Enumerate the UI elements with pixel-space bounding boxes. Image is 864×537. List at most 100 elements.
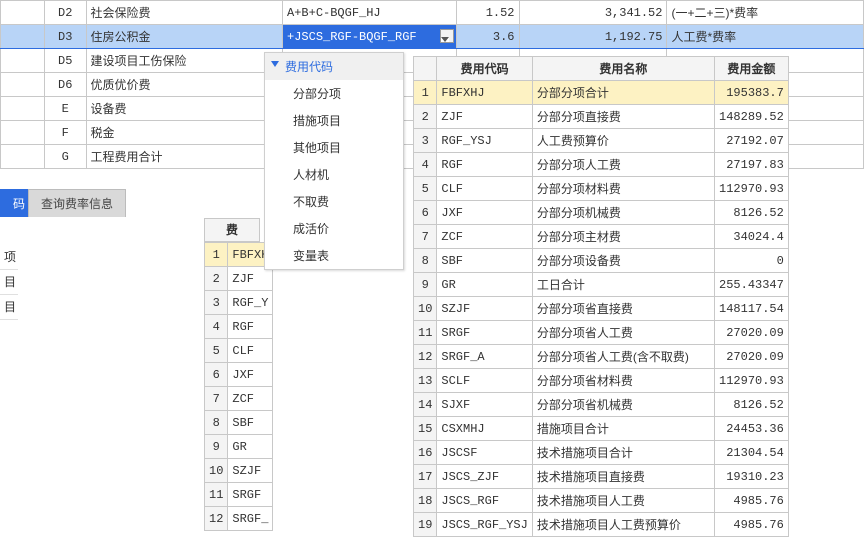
dropdown-option[interactable]: 变量表 (265, 242, 403, 269)
row-rate[interactable]: 3.6 (457, 25, 519, 49)
table-row[interactable]: 10SZJF分部分项省直接费148117.54 (414, 297, 789, 321)
dropdown-option[interactable]: 人材机 (265, 161, 403, 188)
table-row[interactable]: 17JSCS_ZJF技术措施项目直接费19310.23 (414, 465, 789, 489)
row-title[interactable]: 工程费用合计 (86, 145, 282, 169)
tab-code[interactable]: 码 (0, 189, 28, 217)
row-name[interactable]: 技术措施项目直接费 (532, 465, 714, 489)
upper-row[interactable]: D3住房公积金+JSCS_RGF-BQGF_RGF3.61,192.75人工费*… (1, 25, 864, 49)
table-row[interactable]: 16JSCSF技术措施项目合计21304.54 (414, 441, 789, 465)
row-name[interactable]: 技术措施项目合计 (532, 441, 714, 465)
mini-row[interactable]: 9GR (205, 435, 273, 459)
row-code[interactable]: SRGF (437, 321, 532, 345)
mini-row-code[interactable]: CLF (228, 339, 273, 363)
dropdown-toggle-icon[interactable] (440, 29, 454, 43)
fee-code-table[interactable]: 费用代码费用名称费用金额1FBFXHJ分部分项合计195383.72ZJF分部分… (413, 56, 789, 537)
row-code[interactable]: SRGF_A (437, 345, 532, 369)
table-row[interactable]: 14SJXF分部分项省机械费8126.52 (414, 393, 789, 417)
mini-row[interactable]: 11SRGF (205, 483, 273, 507)
dropdown-option[interactable]: 成活价 (265, 215, 403, 242)
row-name[interactable]: 技术措施项目人工费预算价 (532, 513, 714, 537)
row-code[interactable]: SBF (437, 249, 532, 273)
tab-query-rate[interactable]: 查询费率信息 (28, 189, 126, 217)
row-title[interactable]: 优质优价费 (86, 73, 282, 97)
table-row[interactable]: 11SRGF分部分项省人工费27020.09 (414, 321, 789, 345)
row-name[interactable]: 措施项目合计 (532, 417, 714, 441)
row-name[interactable]: 分部分项省人工费(含不取费) (532, 345, 714, 369)
mini-row[interactable]: 5CLF (205, 339, 273, 363)
row-code[interactable]: CSXMHJ (437, 417, 532, 441)
row-code[interactable]: JSCS_RGF_YSJ (437, 513, 532, 537)
col-header-code[interactable]: 费用代码 (437, 57, 532, 81)
mini-row-code[interactable]: SRGF (228, 483, 273, 507)
row-title[interactable]: 社会保险费 (86, 1, 282, 25)
mini-row-code[interactable]: JXF (228, 363, 273, 387)
row-name[interactable]: 分部分项直接费 (532, 105, 714, 129)
row-code[interactable]: JSCS_ZJF (437, 465, 532, 489)
table-row[interactable]: 18JSCS_RGF技术措施项目人工费4985.76 (414, 489, 789, 513)
table-row[interactable]: 5CLF分部分项材料费112970.93 (414, 177, 789, 201)
table-row[interactable]: 8SBF分部分项设备费0 (414, 249, 789, 273)
mini-row-code[interactable]: SRGF_ (228, 507, 273, 531)
dropdown-option[interactable]: 措施项目 (265, 107, 403, 134)
row-name[interactable]: 分部分项机械费 (532, 201, 714, 225)
table-row[interactable]: 13SCLF分部分项省材料费112970.93 (414, 369, 789, 393)
mini-row[interactable]: 3RGF_Y (205, 291, 273, 315)
row-code[interactable]: RGF (437, 153, 532, 177)
row-rate[interactable]: 1.52 (457, 1, 519, 25)
fee-code-dropdown[interactable]: 费用代码 分部分项措施项目其他项目人材机不取费成活价变量表 (264, 52, 404, 270)
row-name[interactable]: 分部分项合计 (532, 81, 714, 105)
table-row[interactable]: 12SRGF_A分部分项省人工费(含不取费)27020.09 (414, 345, 789, 369)
row-name[interactable]: 分部分项省材料费 (532, 369, 714, 393)
table-row[interactable]: 3RGF_YSJ人工费预算价27192.07 (414, 129, 789, 153)
table-row[interactable]: 7ZCF分部分项主材费34024.4 (414, 225, 789, 249)
row-code[interactable]: GR (437, 273, 532, 297)
row-name[interactable]: 分部分项省人工费 (532, 321, 714, 345)
mini-row[interactable]: 2ZJF (205, 267, 273, 291)
row-desc[interactable]: (一+二+三)*费率 (667, 1, 864, 25)
table-row[interactable]: 6JXF分部分项机械费8126.52 (414, 201, 789, 225)
mini-row-code[interactable]: RGF (228, 315, 273, 339)
row-name[interactable]: 分部分项省直接费 (532, 297, 714, 321)
row-code[interactable]: CLF (437, 177, 532, 201)
dropdown-option[interactable]: 其他项目 (265, 134, 403, 161)
mini-row-code[interactable]: SBF (228, 411, 273, 435)
row-name[interactable]: 技术措施项目人工费 (532, 489, 714, 513)
table-row[interactable]: 15CSXMHJ措施项目合计24453.36 (414, 417, 789, 441)
table-row[interactable]: 9GR工日合计255.43347 (414, 273, 789, 297)
mini-row-code[interactable]: ZJF (228, 267, 273, 291)
mini-row-code[interactable]: SZJF (228, 459, 273, 483)
row-code[interactable]: RGF_YSJ (437, 129, 532, 153)
mini-row-code[interactable]: ZCF (228, 387, 273, 411)
table-row[interactable]: 1FBFXHJ分部分项合计195383.7 (414, 81, 789, 105)
row-code[interactable]: SZJF (437, 297, 532, 321)
mini-row[interactable]: 7ZCF (205, 387, 273, 411)
row-code[interactable]: FBFXHJ (437, 81, 532, 105)
row-name[interactable]: 分部分项省机械费 (532, 393, 714, 417)
mini-table[interactable]: 1FBFXH2ZJF3RGF_Y4RGF5CLF6JXF7ZCF8SBF9GR1… (204, 242, 273, 531)
row-code[interactable]: SCLF (437, 369, 532, 393)
col-header-amount[interactable]: 费用金额 (714, 57, 788, 81)
table-row[interactable]: 2ZJF分部分项直接费148289.52 (414, 105, 789, 129)
mini-row[interactable]: 8SBF (205, 411, 273, 435)
row-name[interactable]: 分部分项设备费 (532, 249, 714, 273)
row-title[interactable]: 建设项目工伤保险 (86, 49, 282, 73)
row-title[interactable]: 设备费 (86, 97, 282, 121)
row-code[interactable]: JXF (437, 201, 532, 225)
row-name[interactable]: 人工费预算价 (532, 129, 714, 153)
row-title[interactable]: 住房公积金 (86, 25, 282, 49)
mini-row[interactable]: 10SZJF (205, 459, 273, 483)
mini-row[interactable]: 6JXF (205, 363, 273, 387)
dropdown-header[interactable]: 费用代码 (265, 53, 403, 80)
row-formula[interactable]: A+B+C-BQGF_HJ (283, 1, 457, 25)
row-code[interactable]: JSCS_RGF (437, 489, 532, 513)
mini-row-code[interactable]: GR (228, 435, 273, 459)
mini-row-code[interactable]: RGF_Y (228, 291, 273, 315)
table-row[interactable]: 4RGF分部分项人工费27197.83 (414, 153, 789, 177)
mini-row[interactable]: 4RGF (205, 315, 273, 339)
col-header-name[interactable]: 费用名称 (532, 57, 714, 81)
row-title[interactable]: 税金 (86, 121, 282, 145)
row-name[interactable]: 工日合计 (532, 273, 714, 297)
row-name[interactable]: 分部分项人工费 (532, 153, 714, 177)
mini-row[interactable]: 1FBFXH (205, 243, 273, 267)
row-code[interactable]: ZJF (437, 105, 532, 129)
